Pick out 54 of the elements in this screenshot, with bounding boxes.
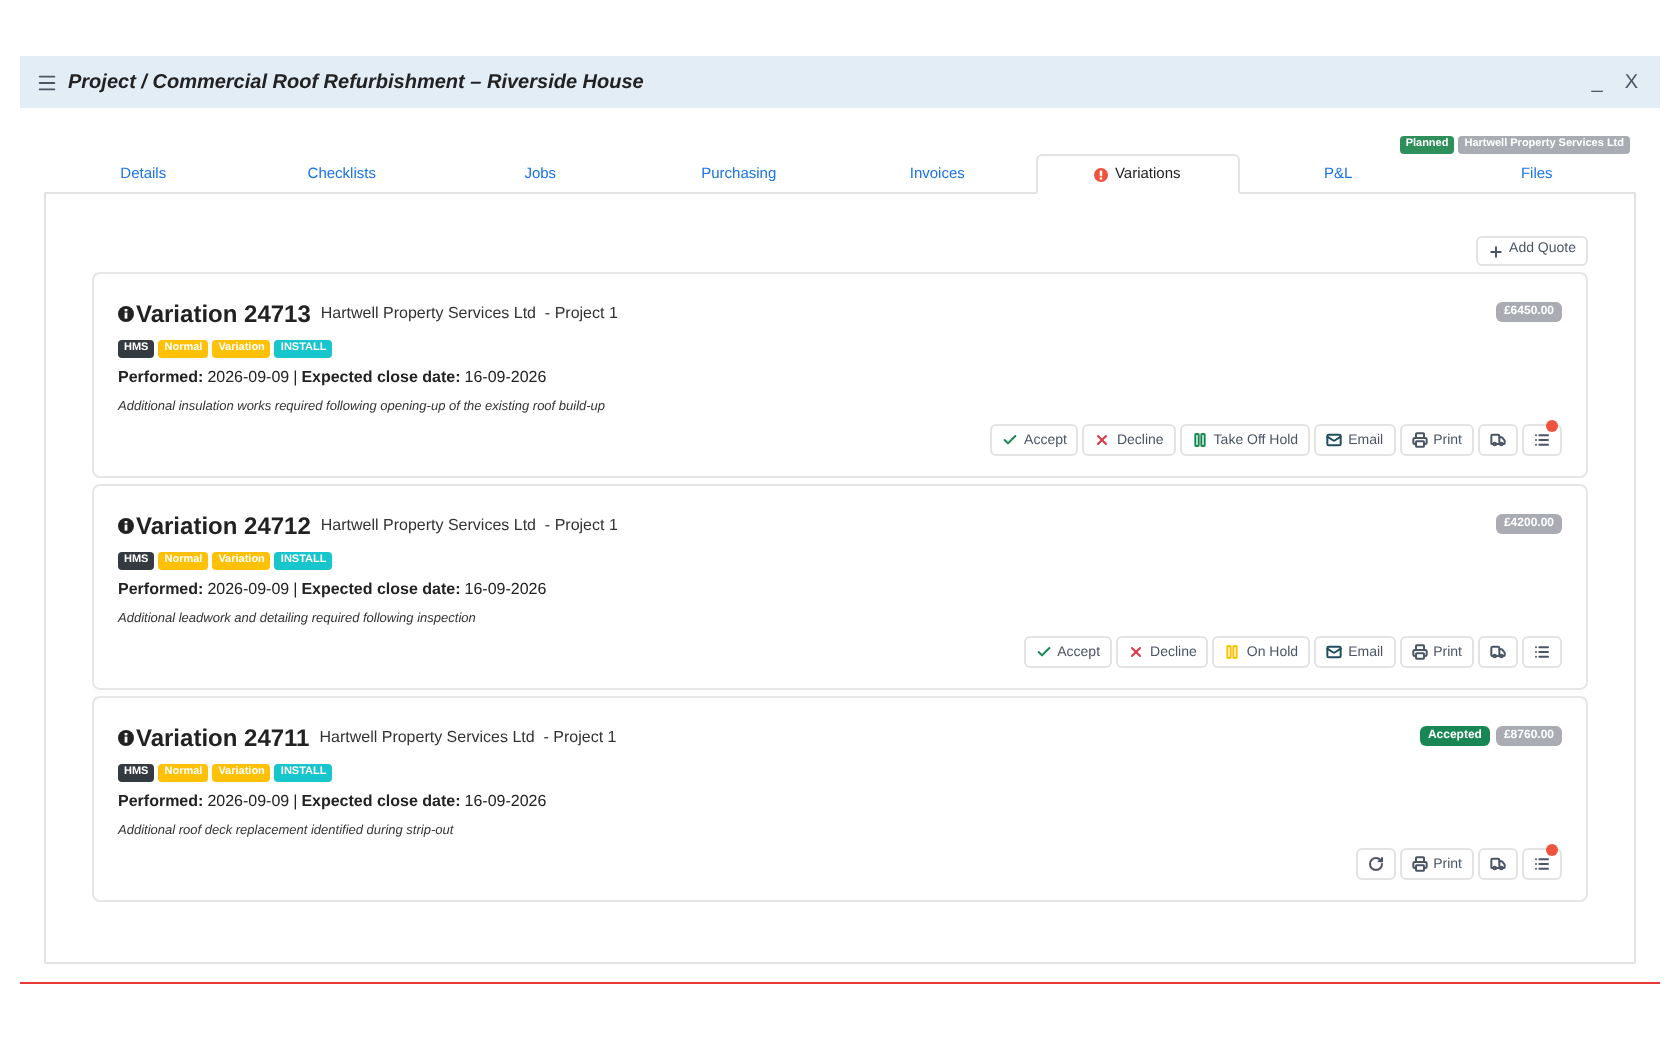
client-name: Hartwell Property Services Ltd - Project 1 bbox=[319, 726, 617, 750]
truck-icon-button[interactable] bbox=[1478, 636, 1518, 668]
performed-label: Performed: bbox=[118, 790, 204, 814]
printer-icon bbox=[1411, 644, 1428, 660]
reopen-icon-button[interactable] bbox=[1355, 848, 1396, 880]
list-icon bbox=[1534, 856, 1550, 872]
list-icon-button[interactable] bbox=[1522, 424, 1562, 456]
performed-label: Performed: bbox=[118, 366, 204, 390]
cross-icon bbox=[1094, 432, 1111, 448]
performed-date: 2026-09-09 bbox=[207, 578, 290, 602]
separator: | bbox=[293, 790, 298, 814]
info-icon bbox=[118, 306, 134, 322]
info-icon bbox=[118, 730, 134, 746]
variation-title: Variation 24712 bbox=[136, 510, 311, 544]
plus-icon bbox=[1487, 243, 1504, 259]
minimize-button[interactable]: _ bbox=[1585, 67, 1609, 97]
close-date-label: Expected close date: bbox=[301, 790, 461, 814]
close-date-label: Expected close date: bbox=[301, 366, 461, 390]
close-date: 16-09-2026 bbox=[464, 790, 547, 814]
performed-date: 2026-09-09 bbox=[207, 366, 290, 390]
list-icon bbox=[1534, 644, 1550, 660]
list-icon-button[interactable] bbox=[1522, 636, 1562, 668]
pause-icon bbox=[1191, 432, 1208, 448]
close-date: 16-09-2026 bbox=[464, 578, 547, 602]
close-date-label: Expected close date: bbox=[301, 578, 461, 602]
printer-icon bbox=[1411, 432, 1428, 448]
window-title: Project / Commercial Roof Refurbishment – Riverside House bbox=[68, 69, 646, 97]
close-button[interactable]: X bbox=[1618, 67, 1644, 97]
truck-icon-button[interactable] bbox=[1478, 848, 1518, 880]
truck-icon bbox=[1490, 856, 1506, 872]
menu-icon[interactable] bbox=[36, 71, 58, 93]
close-date: 16-09-2026 bbox=[464, 366, 547, 390]
info-icon bbox=[118, 518, 134, 534]
envelope-icon bbox=[1326, 432, 1343, 448]
check-icon bbox=[1002, 432, 1019, 448]
envelope-icon bbox=[1326, 644, 1343, 660]
truck-icon bbox=[1490, 644, 1506, 660]
reload-icon bbox=[1367, 856, 1384, 872]
separator: | bbox=[293, 578, 298, 602]
truck-icon-button[interactable] bbox=[1478, 424, 1518, 456]
variation-title: Variation 24711 bbox=[136, 722, 310, 756]
cross-icon bbox=[1128, 644, 1145, 660]
client-name: Hartwell Property Services Ltd - Project 1 bbox=[320, 302, 618, 326]
client-name: Hartwell Property Services Ltd - Project 1 bbox=[320, 514, 618, 538]
performed-date: 2026-09-09 bbox=[207, 790, 290, 814]
list-icon bbox=[1534, 432, 1550, 448]
pause-icon bbox=[1224, 644, 1241, 660]
printer-icon bbox=[1411, 856, 1428, 872]
list-icon-button[interactable] bbox=[1522, 848, 1562, 880]
performed-label: Performed: bbox=[118, 578, 204, 602]
separator: | bbox=[293, 366, 298, 390]
check-icon bbox=[1035, 644, 1052, 660]
variation-title: Variation 24713 bbox=[136, 298, 311, 332]
truck-icon bbox=[1490, 432, 1506, 448]
